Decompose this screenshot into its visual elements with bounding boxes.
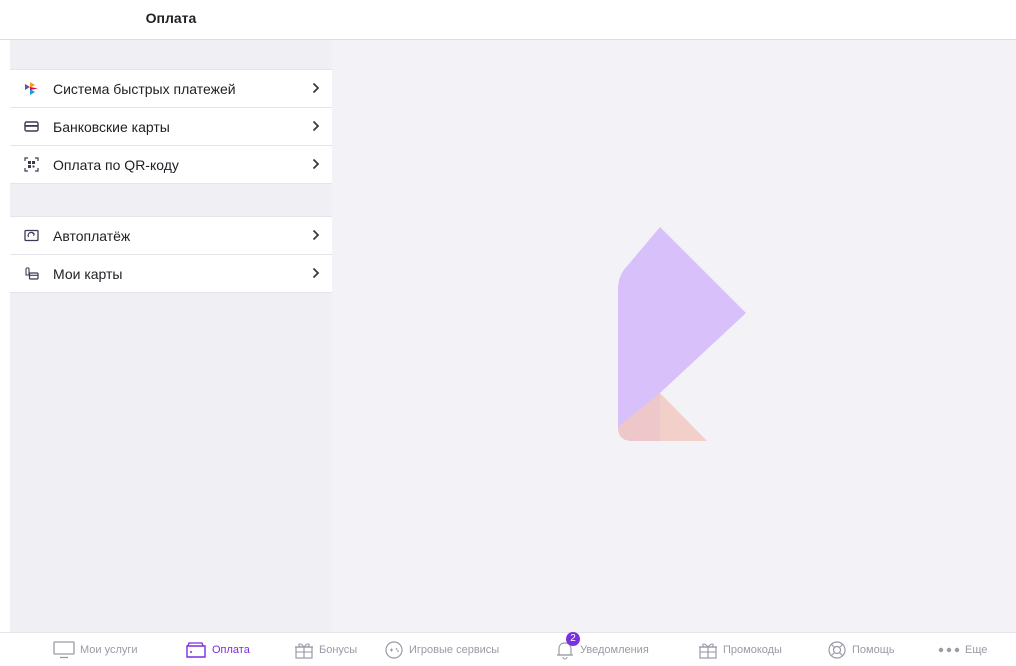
tab-help[interactable]: Помощь xyxy=(827,633,895,666)
wallet-icon xyxy=(186,641,206,658)
top-bar: Оплата xyxy=(0,0,1016,40)
promo-gift-icon xyxy=(699,642,717,659)
tab-payment[interactable]: Оплата xyxy=(185,633,250,666)
tab-my-services[interactable]: Мои услуги xyxy=(53,633,138,666)
tab-label: Бонусы xyxy=(319,643,358,656)
tab-label: Промокоды xyxy=(723,643,782,656)
menu-item-autopay[interactable]: Автоплатёж xyxy=(10,216,332,255)
chevron-right-icon xyxy=(312,158,320,170)
page-title: Оплата xyxy=(145,10,197,26)
tab-label: Помощь xyxy=(852,643,895,656)
menu-item-label: Автоплатёж xyxy=(53,227,131,244)
menu-group-cards: Автоплатёж Мои карты xyxy=(10,216,332,293)
sidebar-menu: Система быстрых платежей Банковские карт… xyxy=(10,40,332,632)
content-area xyxy=(332,40,1016,632)
qr-code-icon xyxy=(24,157,39,172)
menu-item-my-cards[interactable]: Мои карты xyxy=(10,255,332,293)
tab-bonuses[interactable]: Бонусы xyxy=(294,633,357,666)
tab-game-services[interactable]: Игровые сервисы xyxy=(384,633,499,666)
tab-label: Еще xyxy=(965,643,988,656)
menu-item-label: Мои карты xyxy=(53,265,123,282)
gamepad-icon xyxy=(385,640,403,659)
tab-label: Уведомления xyxy=(580,643,649,656)
lifebuoy-icon xyxy=(828,640,846,659)
brand-logo xyxy=(618,227,746,441)
tab-notifications[interactable]: 2 Уведомления xyxy=(555,632,649,666)
tab-label: Игровые сервисы xyxy=(409,643,500,656)
menu-item-label: Оплата по QR-коду xyxy=(53,156,179,173)
tab-label: Оплата xyxy=(212,643,250,656)
sbp-icon xyxy=(25,82,38,95)
tab-label: Мои услуги xyxy=(80,643,138,656)
menu-item-qr-payment[interactable]: Оплата по QR-коду xyxy=(10,146,332,184)
autopay-icon xyxy=(24,229,39,242)
notification-badge: 2 xyxy=(566,632,580,646)
menu-item-bank-cards[interactable]: Банковские карты xyxy=(10,108,332,146)
more-dots-icon xyxy=(938,647,960,652)
bottom-tab-bar: Мои услуги Оплата Бонусы Игровые сервисы xyxy=(0,632,1016,666)
monitor-icon xyxy=(53,640,75,658)
chevron-right-icon xyxy=(312,229,320,241)
menu-item-sbp[interactable]: Система быстрых платежей xyxy=(10,69,332,108)
menu-group-payment-methods: Система быстрых платежей Банковские карт… xyxy=(10,69,332,184)
tab-more[interactable]: Еще xyxy=(938,633,987,666)
tab-promocodes[interactable]: Промокоды xyxy=(698,633,782,666)
menu-item-label: Система быстрых платежей xyxy=(53,80,236,97)
bank-card-icon xyxy=(24,121,39,132)
chevron-right-icon xyxy=(312,120,320,132)
my-cards-icon xyxy=(25,267,39,280)
gift-icon xyxy=(295,642,313,659)
chevron-right-icon xyxy=(312,82,320,94)
menu-item-label: Банковские карты xyxy=(53,118,170,135)
chevron-right-icon xyxy=(312,267,320,279)
